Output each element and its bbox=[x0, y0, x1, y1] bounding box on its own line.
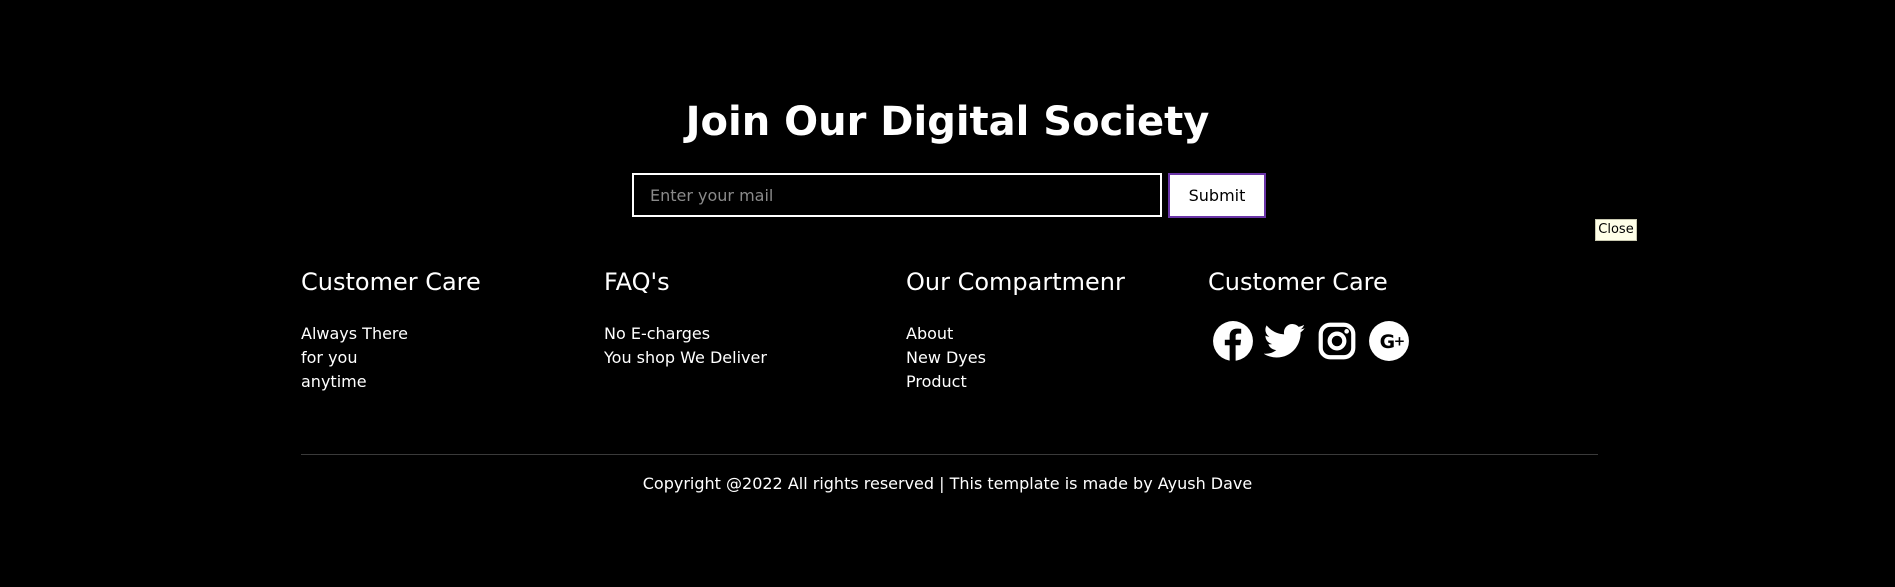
google-plus-icon[interactable]: G + bbox=[1368, 320, 1410, 362]
svg-text:+: + bbox=[1394, 334, 1405, 350]
column-heading: FAQ's bbox=[604, 268, 670, 296]
email-input[interactable] bbox=[632, 173, 1162, 217]
footer-column-social: Customer Care G + bbox=[1208, 266, 1410, 362]
column-text: You shop We Deliver bbox=[604, 348, 767, 367]
footer-column-faqs: FAQ's No E-charges You shop We Deliver bbox=[604, 266, 767, 370]
column-heading: Customer Care bbox=[301, 268, 481, 296]
newsletter-title: Join Our Digital Society bbox=[685, 99, 1210, 145]
footer-link-new-dyes[interactable]: New Dyes bbox=[906, 346, 1125, 370]
footer-divider bbox=[301, 454, 1598, 455]
column-text: anytime bbox=[301, 372, 367, 391]
column-text: Always There bbox=[301, 324, 408, 343]
column-text: No E-charges bbox=[604, 324, 711, 343]
column-heading: Our Compartmenr bbox=[906, 268, 1125, 296]
instagram-icon[interactable] bbox=[1316, 320, 1358, 362]
column-heading: Customer Care bbox=[1208, 268, 1388, 296]
footer-column-customer-care: Customer Care Always There for you anyti… bbox=[301, 266, 481, 394]
footer-column-our-compartment: Our Compartmenr About New Dyes Product bbox=[906, 266, 1125, 394]
copyright-text: Copyright @2022 All rights reserved | Th… bbox=[642, 474, 1253, 493]
column-text: for you bbox=[301, 348, 358, 367]
submit-button[interactable]: Submit bbox=[1168, 173, 1266, 218]
twitter-icon[interactable] bbox=[1264, 320, 1306, 362]
footer-link-about[interactable]: About bbox=[906, 322, 1125, 346]
facebook-icon[interactable] bbox=[1212, 320, 1254, 362]
social-links: G + bbox=[1212, 320, 1410, 362]
close-button[interactable]: Close bbox=[1595, 219, 1637, 241]
footer-link-product[interactable]: Product bbox=[906, 370, 1125, 394]
